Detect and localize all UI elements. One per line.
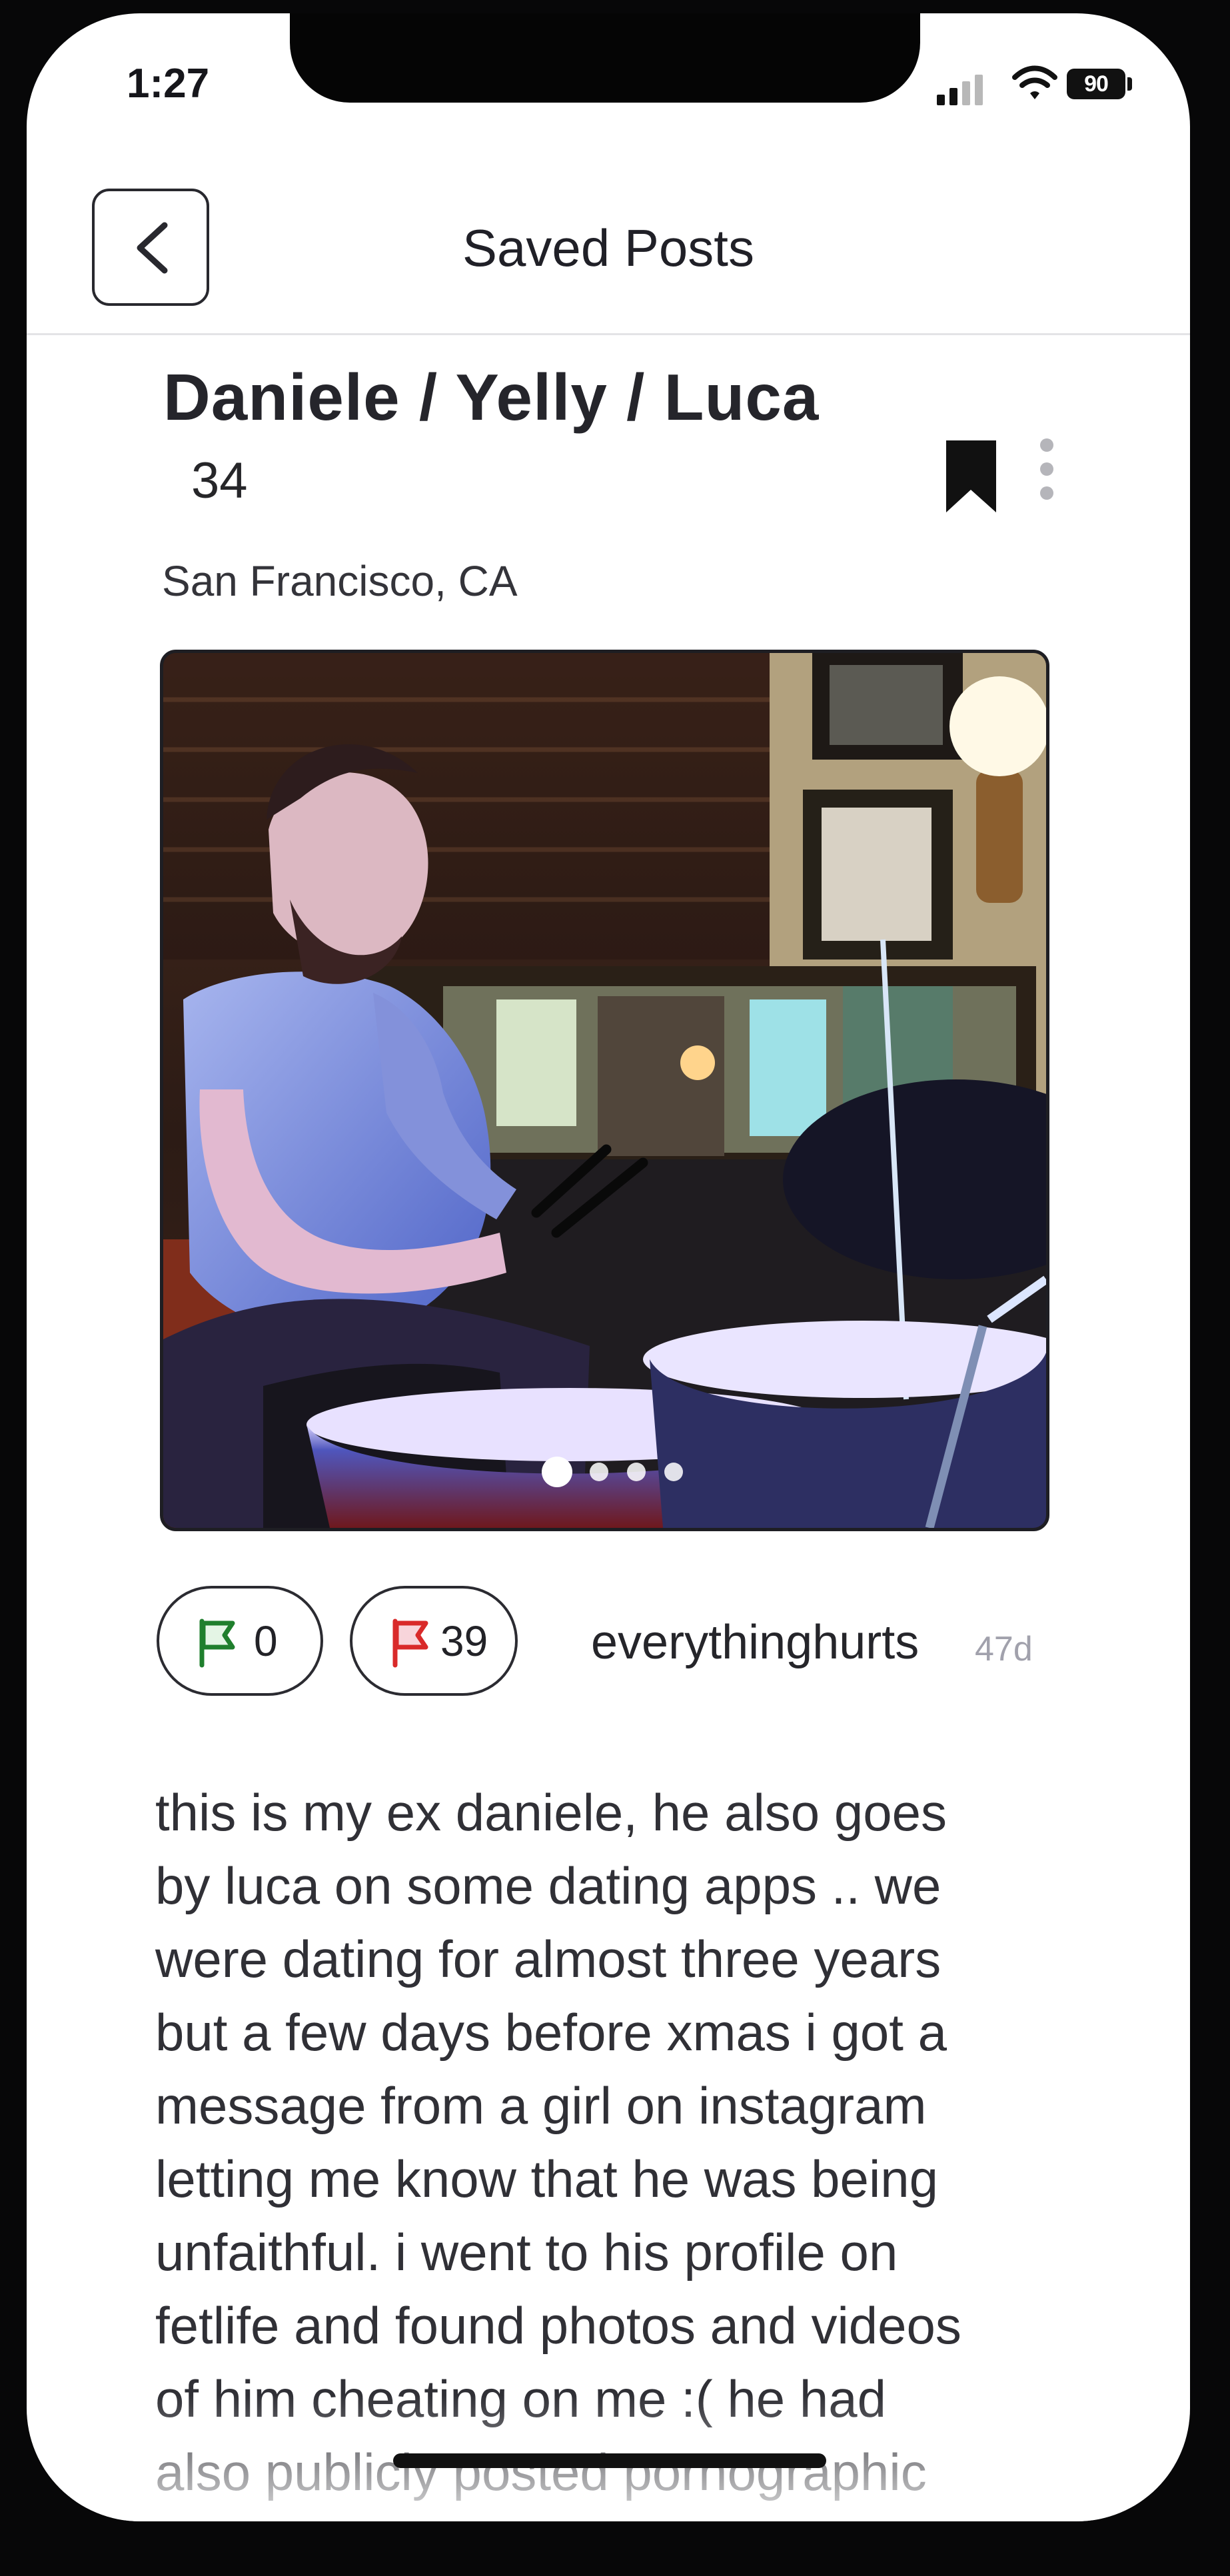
- post-time-ago: 47d: [975, 1630, 1033, 1668]
- red-flag-icon: [392, 1618, 428, 1668]
- signal-bar: [949, 88, 957, 105]
- carousel-dot[interactable]: [664, 1463, 683, 1481]
- drummer-photo-illustration: [163, 653, 1046, 1528]
- status-icons: 90: [937, 65, 1137, 105]
- home-indicator[interactable]: [393, 2453, 826, 2468]
- post-title: Daniele / Yelly / Luca: [163, 360, 820, 434]
- photo-carousel-dots[interactable]: [542, 1456, 708, 1488]
- signal-bar: [937, 95, 945, 105]
- post-age: 34: [191, 452, 248, 509]
- carousel-dot-active[interactable]: [542, 1457, 572, 1487]
- carousel-dot[interactable]: [627, 1463, 646, 1481]
- signal-bar: [975, 75, 983, 105]
- battery-icon: 90: [1067, 69, 1125, 99]
- red-flag-count: 39: [440, 1617, 488, 1665]
- more-vertical-icon[interactable]: [1038, 438, 1055, 500]
- wifi-icon: [1012, 65, 1057, 99]
- red-flag-vote-button[interactable]: 39: [350, 1586, 518, 1696]
- status-time: 1:27: [127, 61, 210, 107]
- bookmark-filled-icon[interactable]: [939, 438, 1003, 516]
- post-author-link[interactable]: everythinghurts: [591, 1615, 919, 1670]
- device-notch: [290, 13, 920, 103]
- carousel-dot[interactable]: [590, 1463, 608, 1481]
- signal-bar: [962, 81, 970, 105]
- more-dot: [1040, 486, 1053, 500]
- green-flag-count: 0: [254, 1617, 278, 1665]
- more-dot: [1040, 438, 1053, 452]
- green-flag-icon: [199, 1618, 235, 1668]
- battery-cap: [1127, 77, 1132, 91]
- phone-screen: 1:27 90 Saved Posts Daniele / Yelly / Lu…: [27, 13, 1190, 2521]
- page-title: Saved Posts: [462, 219, 754, 277]
- post-location: San Francisco, CA: [162, 557, 518, 605]
- more-dot: [1040, 462, 1053, 476]
- post-photo[interactable]: [160, 650, 1049, 1531]
- green-flag-vote-button[interactable]: 0: [157, 1586, 323, 1696]
- saved-post-content: Daniele / Yelly / Luca 34 San Francisco,…: [27, 333, 1190, 2521]
- app-header: Saved Posts: [27, 163, 1190, 335]
